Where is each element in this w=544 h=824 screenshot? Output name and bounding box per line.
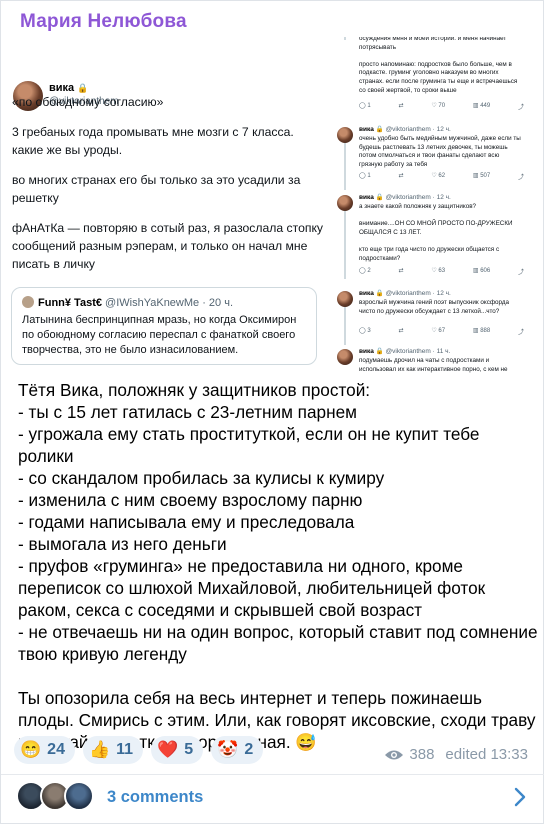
message-line: - пруфов «груминга» не предоставила ни о… [18,556,490,620]
thread-avatar [337,127,353,143]
clown-emoji-icon: 🤡 [217,740,239,759]
reaction-grin[interactable]: 😁 24 [14,736,75,764]
message-line: - вымогала из него деньги [18,534,227,554]
tweet-paragraph: «по обоюдному согласию» [12,95,164,109]
message-line: - изменила с ним своему взрослому парню [18,490,363,510]
views-icon[interactable]: ▥ 507 [473,172,490,181]
tweet-paragraph: во многих странах его бы только за это у… [12,173,301,205]
reply-icon[interactable]: ◯ 2 [359,267,371,276]
like-icon[interactable]: ♡ 70 [431,102,445,111]
avatar [64,781,94,811]
reactions-bar: 😁 24 👍 11 ❤️ 5 🤡 2 [14,736,264,764]
reaction-count: 11 [116,741,134,758]
reaction-clown[interactable]: 🤡 2 [211,736,264,764]
share-icon[interactable]: ⤴ [518,327,524,336]
comments-button[interactable]: 3 comments [1,775,544,823]
quoted-tweet[interactable]: Funn¥ Tast€ @IWishYaKnewMe · 20 ч. Латын… [11,287,317,365]
chevron-right-icon [514,787,526,807]
reaction-count: 24 [47,741,65,758]
tweet-actions: ◯ 2 ⇄ ♡ 63 ▥ 606 ⤴ [359,267,524,276]
views-icon[interactable]: ▥ 888 [473,327,490,336]
reply-icon[interactable]: ◯ 1 [359,102,371,111]
message-line: - угрожала ему стать проституткой, если … [18,424,485,466]
views-icon[interactable]: ▥ 606 [473,267,490,276]
thread-tweet: вика 🔒 @viktorianthem · 12 ч. а знаете к… [337,193,525,279]
tweet-actions: ◯ 3 ⇄ ♡ 67 ▥ 888 ⤴ [359,327,524,336]
quoted-author-handle: @IWishYaKnewMe · 20 ч. [105,297,234,309]
views-icon[interactable]: ▥ 449 [473,102,490,111]
quoted-tweet-text: Латынина беспринципная мразь, но когда О… [22,314,297,356]
heart-emoji-icon: ❤️ [157,740,179,759]
retweet-icon[interactable]: ⇄ [399,327,404,336]
message-line: - ты с 15 лет гатилась с 23-летним парне… [18,402,357,422]
lock-icon: 🔒 [77,83,89,93]
like-icon[interactable]: ♡ 63 [431,267,445,276]
thread-tweet-header: вика 🔒 @viktorianthem · 12 ч. [359,290,451,297]
thread-tweet-text: подумаешь дрочил на чаты с подростками и… [359,357,508,373]
thumbs-up-emoji-icon: 👍 [88,740,111,759]
tweet-actions: ◯ 1 ⇄ ♡ 62 ▥ 507 ⤴ [359,172,524,181]
share-icon[interactable]: ⤴ [518,102,524,111]
thread-tweet-header: вика 🔒 @viktorianthem · 12 ч. [359,126,451,133]
reply-icon[interactable]: ◯ 3 [359,327,371,336]
tweet-actions: ◯ 1 ⇄ ♡ 70 ▥ 449 ⤴ [359,102,524,111]
message-text: Тётя Вика, положняк у защитников простой… [18,379,538,753]
grin-emoji-icon: 😁 [20,740,42,759]
thread-tweet-text: очень удобно быть медийным мужчиной, даж… [359,135,521,168]
view-count: 388 [409,746,435,763]
message-line: Тётя Вика, положняк у защитников простой… [18,380,371,400]
like-icon[interactable]: ♡ 62 [431,172,445,181]
comments-label: 3 comments [107,788,204,806]
thread-tweet-header: вика 🔒 @viktorianthem · 11 ч. [359,348,451,355]
thread-tweet-text: а знаете какой положняк у защитников? вн… [359,203,513,262]
share-icon[interactable]: ⤴ [518,267,524,276]
tweet-screenshot-thread[interactable]: осуждения меня и моей истории. и меня на… [337,37,525,377]
thread-tweet-header: вика 🔒 @viktorianthem · 12 ч. [359,194,451,201]
thread-tweet: вика 🔒 @viktorianthem · 12 ч. очень удоб… [337,125,525,185]
message-line [18,665,538,687]
reaction-count: 5 [184,741,194,758]
post-meta: 388 edited 13:33 [384,746,528,763]
thread-avatar [337,291,353,307]
channel-post: Мария Нелюбова вика 🔒 @viktorianthem «по … [0,0,544,824]
message-line: - не отвечаешь ни на один вопрос, которы… [18,622,543,664]
thread-avatar [337,195,353,211]
reaction-thumbs-up[interactable]: 👍 11 [82,736,144,764]
thread-tweet: осуждения меня и моей истории. и меня на… [337,37,525,115]
share-icon[interactable]: ⤴ [518,172,524,181]
quoted-author-name: Funn¥ Tast€ [38,297,102,309]
retweet-icon[interactable]: ⇄ [399,102,404,111]
thread-tweet-text: взрослый мужчина гений поэт выпускник ок… [359,299,510,315]
retweet-icon[interactable]: ⇄ [399,267,404,276]
reply-icon[interactable]: ◯ 1 [359,172,371,181]
retweet-icon[interactable]: ⇄ [399,172,404,181]
thread-tweet: вика 🔒 @viktorianthem · 12 ч. взрослый м… [337,289,525,347]
thread-avatar [337,349,353,365]
post-author[interactable]: Мария Нелюбова [20,11,187,33]
reaction-count: 2 [244,741,254,758]
tweet-paragraph: 3 гребаных года промывать мне мозги с 7 … [12,125,294,157]
like-icon[interactable]: ♡ 67 [431,327,445,336]
eye-icon [385,750,404,759]
message-line: - годами написывала ему и преследовала [18,512,355,532]
quoted-tweet-header: Funn¥ Tast€ @IWishYaKnewMe · 20 ч. [22,296,233,309]
quoted-avatar [22,296,34,308]
thread-tweet-text: осуждения меня и моей истории. и меня на… [359,37,518,94]
edited-time: edited 13:33 [445,746,528,763]
message-line: - со скандалом пробилась за кулисы к кум… [18,468,385,488]
tweet-screenshot-main[interactable]: вика 🔒 @viktorianthem «по обоюдному согла… [1,37,334,374]
tweet-paragraph: фАнАтКа — повторяю в сотый раз, я разосл… [12,221,324,271]
reaction-heart[interactable]: ❤️ 5 [151,736,204,764]
thread-tweet: вика 🔒 @viktorianthem · 11 ч. подумаешь … [337,347,525,377]
